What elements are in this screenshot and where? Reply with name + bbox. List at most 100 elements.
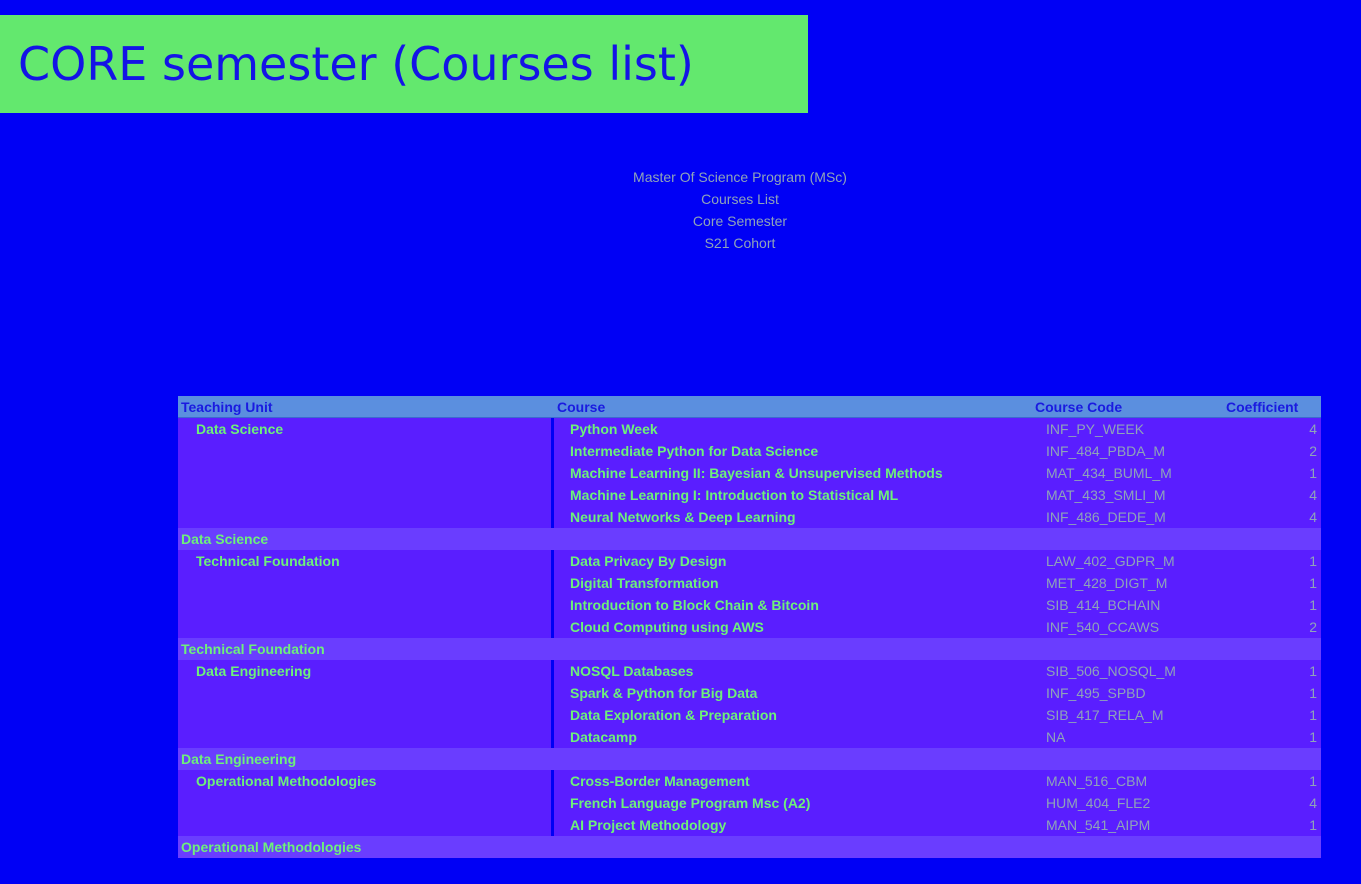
teaching-unit-cell[interactable]	[178, 616, 551, 638]
group-total-empty-cell[interactable]	[554, 748, 1032, 770]
course-cell[interactable]: Data Privacy By Design	[554, 550, 1032, 572]
coefficient-cell[interactable]: 4	[1206, 484, 1321, 506]
group-total-empty-cell[interactable]	[1206, 748, 1321, 770]
column-header-coefficient[interactable]: Coefficient	[1206, 396, 1321, 418]
course-cell[interactable]: AI Project Methodology	[554, 814, 1032, 836]
group-total-empty-cell[interactable]	[1206, 836, 1321, 858]
coefficient-cell[interactable]: 1	[1206, 550, 1321, 572]
table-row: Data Exploration & Preparation SIB_417_RE…	[178, 704, 1321, 726]
course-code-cell[interactable]: INF_484_PBDA_M	[1032, 440, 1206, 462]
teaching-unit-cell[interactable]	[178, 682, 551, 704]
course-code-cell[interactable]: MAT_433_SMLI_M	[1032, 484, 1206, 506]
teaching-unit-cell[interactable]	[178, 506, 551, 528]
column-header-teaching-unit[interactable]: Teaching Unit	[178, 396, 551, 418]
header-line: Core Semester	[692, 213, 788, 229]
coefficient-cell[interactable]: 4	[1206, 506, 1321, 528]
course-code-cell[interactable]: MET_428_DIGT_M	[1032, 572, 1206, 594]
group-total-empty-cell[interactable]	[1032, 748, 1206, 770]
course-cell[interactable]: Intermediate Python for Data Science	[554, 440, 1032, 462]
course-code-cell[interactable]: SIB_506_NOSQL_M	[1032, 660, 1206, 682]
course-code-cell[interactable]: MAT_434_BUML_M	[1032, 462, 1206, 484]
course-code-cell[interactable]: MAN_516_CBM	[1032, 770, 1206, 792]
table-row: AI Project Methodology MAN_541_AIPM 1	[178, 814, 1321, 836]
table-row: Spark & Python for Big Data INF_495_SPBD 1	[178, 682, 1321, 704]
teaching-unit-cell[interactable]	[178, 440, 551, 462]
group-total-empty-cell[interactable]	[1032, 836, 1206, 858]
course-cell[interactable]: French Language Program Msc (A2)	[554, 792, 1032, 814]
course-code-cell[interactable]: SIB_417_RELA_M	[1032, 704, 1206, 726]
teaching-unit-cell[interactable]	[178, 814, 551, 836]
group-total-empty-cell[interactable]	[1032, 528, 1206, 550]
course-cell[interactable]: Cloud Computing using AWS	[554, 616, 1032, 638]
course-cell[interactable]: Data Exploration & Preparation	[554, 704, 1032, 726]
teaching-unit-cell[interactable]: Data Engineering	[178, 660, 551, 682]
table-row: Technical Foundation Data Privacy By Desi…	[178, 550, 1321, 572]
course-code-cell[interactable]: INF_486_DEDE_M	[1032, 506, 1206, 528]
coefficient-cell[interactable]: 1	[1206, 660, 1321, 682]
course-code-cell[interactable]: INF_495_SPBD	[1032, 682, 1206, 704]
table-header-row: Teaching Unit Course Course Code Coeffic…	[178, 396, 1321, 418]
column-header-course-code[interactable]: Course Code	[1032, 396, 1206, 418]
course-code-cell[interactable]: LAW_402_GDPR_M	[1032, 550, 1206, 572]
course-cell[interactable]: Introduction to Block Chain & Bitcoin	[554, 594, 1032, 616]
group-total-label[interactable]: Operational Methodologies	[178, 836, 551, 858]
group-total-label[interactable]: Data Engineering	[178, 748, 551, 770]
teaching-unit-cell[interactable]	[178, 484, 551, 506]
course-cell[interactable]: Python Week	[554, 417, 1032, 440]
header-line: Courses List	[701, 191, 779, 207]
course-cell[interactable]: NOSQL Databases	[554, 660, 1032, 682]
coefficient-cell[interactable]: 2	[1206, 440, 1321, 462]
coefficient-cell[interactable]: 1	[1206, 726, 1321, 748]
column-header-course[interactable]: Course	[554, 396, 1032, 418]
group-total-empty-cell[interactable]	[554, 638, 1032, 660]
course-cell[interactable]: Cross-Border Management	[554, 770, 1032, 792]
teaching-unit-cell[interactable]	[178, 594, 551, 616]
coefficient-cell[interactable]: 1	[1206, 682, 1321, 704]
course-cell[interactable]: Spark & Python for Big Data	[554, 682, 1032, 704]
group-total-label[interactable]: Data Science	[178, 528, 551, 550]
course-code-cell[interactable]: HUM_404_FLE2	[1032, 792, 1206, 814]
coefficient-cell[interactable]: 1	[1206, 704, 1321, 726]
course-cell[interactable]: Digital Transformation	[554, 572, 1032, 594]
course-code-cell[interactable]: INF_540_CCAWS	[1032, 616, 1206, 638]
course-code-cell[interactable]: MAN_541_AIPM	[1032, 814, 1206, 836]
program-header: Master Of Science Program (MSc) Courses …	[540, 166, 940, 254]
teaching-unit-cell[interactable]: Operational Methodologies	[178, 770, 551, 792]
teaching-unit-cell[interactable]	[178, 792, 551, 814]
teaching-unit-cell[interactable]: Data Science	[178, 417, 551, 440]
coefficient-cell[interactable]: 1	[1206, 572, 1321, 594]
table-row: Data Science Python Week INF_PY_WEEK 4	[178, 417, 1321, 440]
course-code-cell[interactable]: SIB_414_BCHAIN	[1032, 594, 1206, 616]
coefficient-cell[interactable]: 2	[1206, 616, 1321, 638]
coefficient-cell[interactable]: 4	[1206, 792, 1321, 814]
course-cell[interactable]: Machine Learning II: Bayesian & Unsuperv…	[554, 462, 1032, 484]
page-title: CORE semester (Courses list)	[18, 37, 694, 91]
group-total-empty-cell[interactable]	[1032, 638, 1206, 660]
teaching-unit-cell[interactable]: Technical Foundation	[178, 550, 551, 572]
coefficient-cell[interactable]: 1	[1206, 594, 1321, 616]
table-row: Operational Methodologies Cross-Border Ma…	[178, 770, 1321, 792]
table-body: Data Science Python Week INF_PY_WEEK 4 Inter…	[178, 417, 1321, 858]
coefficient-cell[interactable]: 1	[1206, 770, 1321, 792]
course-cell[interactable]: Machine Learning I: Introduction to Stat…	[554, 484, 1032, 506]
coefficient-cell[interactable]: 1	[1206, 814, 1321, 836]
table-row: Intermediate Python for Data Science INF_…	[178, 440, 1321, 462]
title-banner: CORE semester (Courses list)	[0, 15, 808, 113]
group-total-label[interactable]: Technical Foundation	[178, 638, 551, 660]
course-cell[interactable]: Neural Networks & Deep Learning	[554, 506, 1032, 528]
group-total-row: Data Science	[178, 528, 1321, 550]
coefficient-cell[interactable]: 4	[1206, 417, 1321, 440]
course-code-cell[interactable]: INF_PY_WEEK	[1032, 417, 1206, 440]
group-total-empty-cell[interactable]	[1206, 528, 1321, 550]
group-total-empty-cell[interactable]	[1206, 638, 1321, 660]
group-total-row: Data Engineering	[178, 748, 1321, 770]
coefficient-cell[interactable]: 1	[1206, 462, 1321, 484]
teaching-unit-cell[interactable]	[178, 462, 551, 484]
teaching-unit-cell[interactable]	[178, 704, 551, 726]
course-cell[interactable]: Datacamp	[554, 726, 1032, 748]
course-code-cell[interactable]: NA	[1032, 726, 1206, 748]
teaching-unit-cell[interactable]	[178, 726, 551, 748]
teaching-unit-cell[interactable]	[178, 572, 551, 594]
group-total-empty-cell[interactable]	[554, 836, 1032, 858]
group-total-empty-cell[interactable]	[554, 528, 1032, 550]
